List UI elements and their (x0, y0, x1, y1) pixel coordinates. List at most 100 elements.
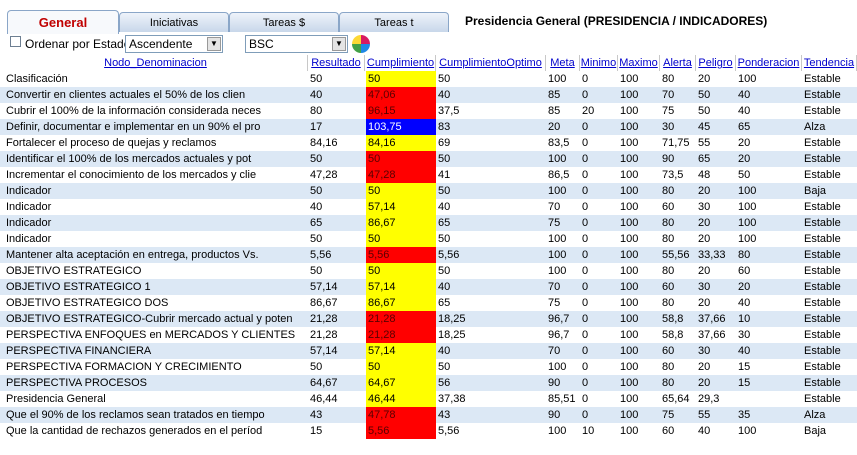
chevron-down-icon[interactable]: ▼ (207, 37, 221, 51)
column-header-maximo[interactable]: Maximo (618, 55, 660, 71)
column-header-resultado[interactable]: Resultado (308, 55, 365, 71)
table-row[interactable]: Que la cantidad de rechazos generados en… (0, 423, 857, 439)
sort-order-select[interactable]: Ascendente ▼ (125, 35, 223, 53)
toolbar: Ordenar por Estado Ascendente ▼ BSC ▼ (0, 34, 857, 54)
alerta-cell: 55,56 (662, 249, 690, 261)
table-row[interactable]: Identificar el 100% de los mercados actu… (0, 151, 857, 167)
table-row[interactable]: Convertir en clientes actuales el 50% de… (0, 87, 857, 103)
maximo-cell: 100 (620, 201, 639, 213)
minimo-cell: 0 (582, 265, 589, 277)
cumplimiento-yellow-cell: 57,14 (366, 279, 436, 295)
maximo-cell: 100 (620, 345, 639, 357)
table-row[interactable]: PERSPECTIVA ENFOQUES en MERCADOS Y CLIEN… (0, 327, 857, 343)
alerta-cell: 65,64 (662, 393, 690, 405)
column-header-minimo[interactable]: Minimo (580, 55, 618, 71)
nodo-cell: Indicador (6, 217, 52, 229)
alerta-cell: 58,8 (662, 329, 684, 341)
optimo-cell: 37,38 (438, 393, 466, 405)
cumplimiento-yellow-cell: 50 (366, 231, 436, 247)
table-row[interactable]: OBJETIVO ESTRATEGICO 1 57,14 57,14 40 70 0 100… (0, 279, 857, 295)
minimo-cell: 0 (582, 409, 589, 421)
tab-tareas-dinero[interactable]: Tareas $ (229, 12, 339, 32)
maximo-cell: 100 (620, 377, 639, 389)
alerta-cell: 60 (662, 425, 675, 437)
resultado-cell: 17 (310, 121, 323, 133)
resultado-cell: 50 (310, 233, 323, 245)
tendencia-cell: Estable (804, 217, 841, 229)
resultado-cell: 47,28 (310, 169, 338, 181)
table-row[interactable]: Definir, documentar e implementar en un … (0, 119, 857, 135)
ponderacion-cell: 60 (738, 265, 751, 277)
table-row[interactable]: OBJETIVO ESTRATEGICO 50 50 50 100 0 100 80 20 60 E… (0, 263, 857, 279)
table-row[interactable]: PERSPECTIVA FINANCIERA 57,14 57,14 40 70 0 100… (0, 343, 857, 359)
table-row[interactable]: PERSPECTIVA FORMACION Y CRECIMIENTO 50 50 5… (0, 359, 857, 375)
table-row[interactable]: Indicador 65 86,67 65 75 0 100 80 20 100 Estable (0, 215, 857, 231)
table-row[interactable]: Incrementar el conocimiento de los merca… (0, 167, 857, 183)
table-row[interactable]: Fortalecer el proceso de quejas y reclam… (0, 135, 857, 151)
alerta-cell: 80 (662, 233, 675, 245)
column-header-alerta[interactable]: Alerta (660, 55, 696, 71)
maximo-cell: 100 (620, 137, 639, 149)
cumplimiento-red-cell: 96,15 (366, 103, 436, 119)
column-header-cumplimiento[interactable]: Cumplimiento (366, 55, 436, 71)
tendencia-cell: Estable (804, 201, 841, 213)
alerta-cell: 80 (662, 185, 675, 197)
table-row[interactable]: Indicador 50 50 50 100 0 100 80 20 100 Baja (0, 183, 857, 199)
tab-iniciativas[interactable]: Iniciativas (119, 12, 229, 32)
column-header-ponderacion[interactable]: Ponderacion (736, 55, 802, 71)
table-row[interactable]: Que el 90% de los reclamos sean tratados… (0, 407, 857, 423)
table-row[interactable]: OBJETIVO ESTRATEGICO-Cubrir mercado actu… (0, 311, 857, 327)
cumplimiento-yellow-cell: 64,67 (366, 375, 436, 391)
alerta-cell: 80 (662, 377, 675, 389)
page-title: Presidencia General (PRESIDENCIA / INDIC… (465, 14, 768, 28)
chevron-down-icon[interactable]: ▼ (332, 37, 346, 51)
column-header-meta[interactable]: Meta (546, 55, 580, 71)
table-row[interactable]: OBJETIVO ESTRATEGICO DOS 86,67 86,67 65 75 0 1… (0, 295, 857, 311)
maximo-cell: 100 (620, 105, 639, 117)
table-row[interactable]: PERSPECTIVA PROCESOS 64,67 64,67 56 90 0 100 80… (0, 375, 857, 391)
nodo-cell: PERSPECTIVA FORMACION Y CRECIMIENTO (6, 361, 242, 373)
refresh-globe-icon[interactable] (352, 35, 370, 53)
table-row[interactable]: Mantener alta aceptación en entrega, pro… (0, 247, 857, 263)
view-select[interactable]: BSC ▼ (245, 35, 348, 53)
resultado-cell: 50 (310, 185, 323, 197)
minimo-cell: 0 (582, 329, 589, 341)
minimo-cell: 0 (582, 89, 589, 101)
table-row[interactable]: Presidencia General 46,44 46,44 37,38 85,51 0… (0, 391, 857, 407)
meta-cell: 75 (548, 217, 561, 229)
maximo-cell: 100 (620, 249, 639, 261)
order-by-state-checkbox[interactable] (10, 36, 21, 47)
cumplimiento-yellow-cell: 50 (366, 263, 436, 279)
optimo-cell: 18,25 (438, 313, 466, 325)
meta-cell: 90 (548, 409, 561, 421)
peligro-cell: 65 (698, 153, 711, 165)
resultado-cell: 15 (310, 425, 323, 437)
tendencia-cell: Estable (804, 89, 841, 101)
column-header-nodo-denominacion[interactable]: Nodo_Denominacion (4, 55, 308, 71)
column-header-peligro[interactable]: Peligro (696, 55, 736, 71)
meta-cell: 100 (548, 153, 567, 165)
table-row[interactable]: Indicador 50 50 50 100 0 100 80 20 100 Estable (0, 231, 857, 247)
ponderacion-cell: 10 (738, 313, 751, 325)
cumplimiento-red-cell: 21,28 (366, 311, 436, 327)
nodo-cell: Clasificación (6, 73, 68, 85)
column-header-cumplimientooptimo[interactable]: CumplimientoOptimo (436, 55, 546, 71)
meta-cell: 70 (548, 201, 561, 213)
meta-cell: 70 (548, 345, 561, 357)
table-row[interactable]: Clasificación 50 50 50 100 0 100 80 20 100 Estable (0, 71, 857, 87)
optimo-cell: 83 (438, 121, 451, 133)
nodo-cell: PERSPECTIVA FINANCIERA (6, 345, 152, 357)
column-header-tendencia[interactable]: Tendencia (802, 55, 857, 71)
table-row[interactable]: Indicador 40 57,14 40 70 0 100 60 30 100 Estable (0, 199, 857, 215)
tendencia-cell: Estable (804, 265, 841, 277)
table-row[interactable]: Cubrir el 100% de la información conside… (0, 103, 857, 119)
tab-general[interactable]: General (7, 10, 119, 34)
cumplimiento-yellow-cell: 86,67 (366, 215, 436, 231)
ponderacion-cell: 100 (738, 73, 757, 85)
tendencia-cell: Estable (804, 345, 841, 357)
optimo-cell: 65 (438, 297, 451, 309)
resultado-cell: 80 (310, 105, 323, 117)
tab-tareas-tiempo[interactable]: Tareas t (339, 12, 449, 32)
optimo-cell: 50 (438, 361, 451, 373)
meta-cell: 90 (548, 377, 561, 389)
